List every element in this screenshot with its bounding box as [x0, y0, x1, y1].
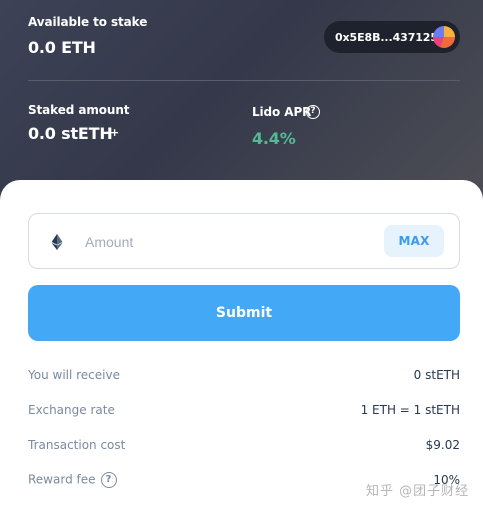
divider [28, 80, 460, 81]
detail-label: You will receive [28, 368, 120, 382]
lido-apr-label: Lido APR [252, 105, 312, 119]
detail-row-exchange-rate: Exchange rate 1 ETH = 1 stETH [28, 401, 460, 419]
submit-button[interactable]: Submit [28, 285, 460, 341]
detail-value: $9.02 [425, 438, 460, 452]
amount-input[interactable] [83, 228, 377, 256]
add-token-plus-icon[interactable]: + [110, 127, 120, 138]
detail-label: Reward fee [28, 472, 96, 487]
available-to-stake-label: Available to stake [28, 15, 148, 29]
ethereum-icon [51, 234, 63, 250]
available-to-stake-value: 0.0 ETH [28, 38, 96, 57]
reward-fee-help-icon[interactable]: ? [100, 472, 117, 488]
staked-amount-label: Staked amount [28, 103, 130, 117]
max-button[interactable]: MAX [384, 225, 444, 257]
wallet-address-button[interactable]: 0x5E8B...437125 [324, 21, 460, 53]
amount-field[interactable]: MAX [28, 213, 460, 269]
wallet-address-text: 0x5E8B...437125 [335, 30, 438, 44]
detail-label: Exchange rate [28, 403, 115, 417]
detail-label: Transaction cost [28, 438, 126, 452]
staking-summary-panel: Available to stake 0.0 ETH 0x5E8B...4371… [0, 0, 483, 200]
detail-value: 1 ETH = 1 stETH [360, 403, 460, 417]
detail-value: 0 stETH [413, 368, 460, 382]
staked-amount-value: 0.0 stETH [28, 124, 113, 143]
detail-row-receive: You will receive 0 stETH [28, 366, 460, 384]
detail-row-transaction-cost: Transaction cost $9.02 [28, 436, 460, 454]
wallet-avatar-icon [433, 26, 455, 48]
stake-form-card: MAX Submit You will receive 0 stETH Exch… [0, 180, 483, 520]
detail-label-wrap: Reward fee? [28, 472, 117, 488]
watermark: 知乎 @团子财经 [366, 484, 470, 499]
lido-apr-value: 4.4% [252, 129, 296, 148]
apr-help-icon[interactable]: ? [306, 105, 320, 119]
